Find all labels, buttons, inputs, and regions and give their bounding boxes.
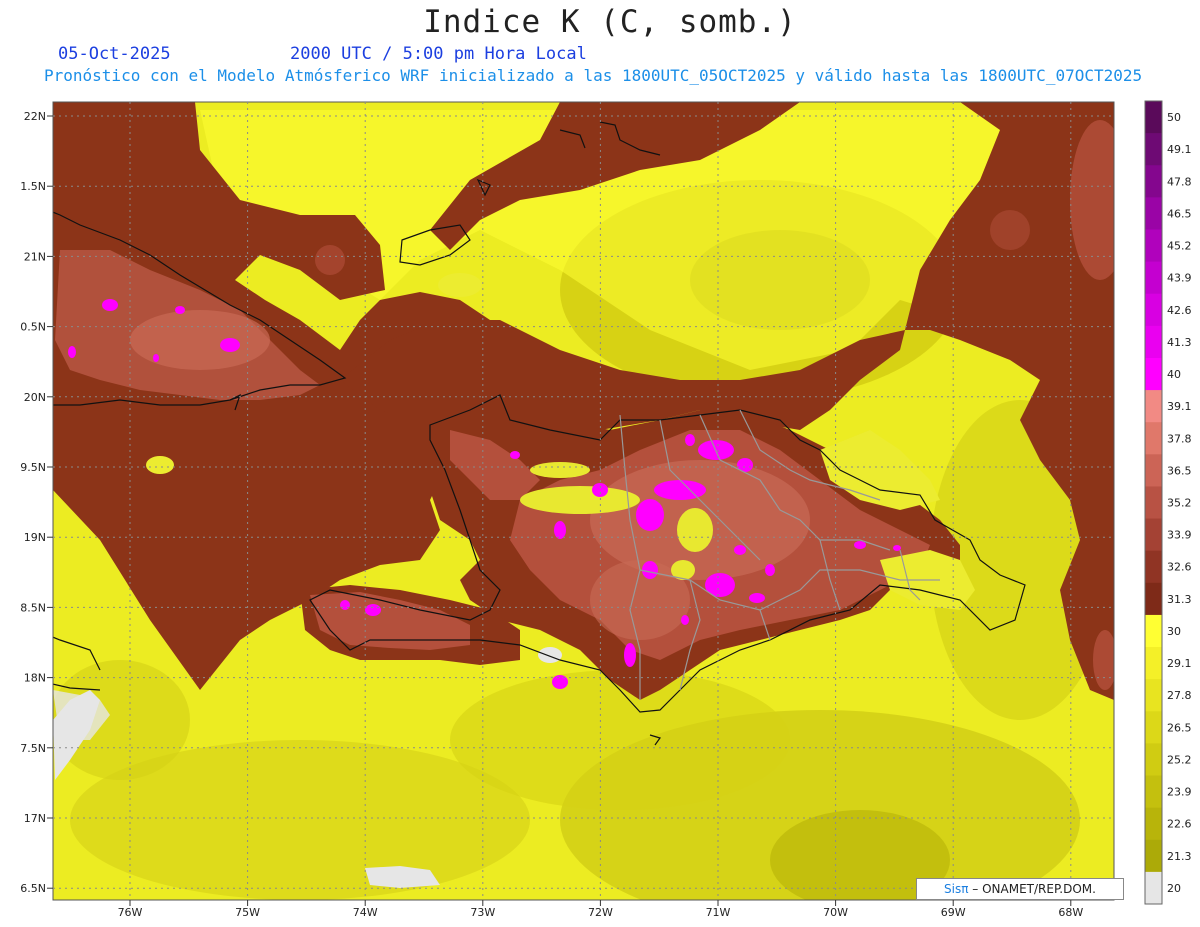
colorbar-label: 25.2 (1167, 753, 1192, 766)
colorbar: 50 49.1 47.8 46.5 45.2 43.9 42.6 41.3 40 39.1 37.8… (1144, 100, 1192, 905)
colorbar-swatch (1145, 614, 1162, 648)
lat-label: 18N (24, 672, 46, 685)
colorbar-label: 27.8 (1167, 689, 1192, 702)
lon-label: 71W (706, 906, 731, 919)
lon-label: 68W (1058, 906, 1083, 919)
colorbar-swatch (1145, 711, 1162, 744)
colorbar-swatch (1145, 486, 1162, 520)
colorbar-swatch (1145, 775, 1162, 809)
colorbar-label: 33.9 (1167, 529, 1192, 542)
lon-label: 69W (941, 906, 966, 919)
colorbar-label: 32.6 (1167, 561, 1192, 574)
lat-label: 1.5N (20, 180, 46, 193)
colorbar-label: 46.5 (1167, 207, 1192, 220)
colorbar-swatch (1145, 743, 1162, 777)
colorbar-label: 50 (1167, 111, 1181, 124)
colorbar-label: 21.3 (1167, 850, 1192, 863)
lon-label: 76W (118, 906, 143, 919)
colorbar-label: 37.8 (1167, 432, 1192, 445)
colorbar-label: 47.8 (1167, 175, 1192, 188)
colorbar-swatch (1145, 518, 1162, 552)
colorbar-swatch (1145, 197, 1162, 230)
lon-label: 70W (823, 906, 848, 919)
colorbar-label: 30 (1167, 625, 1181, 638)
colorbar-label: 35.2 (1167, 497, 1192, 510)
colorbar-label: 29.1 (1167, 657, 1192, 670)
lat-label: 21N (24, 250, 46, 263)
colorbar-swatch (1145, 357, 1162, 391)
colorbar-swatch (1145, 550, 1162, 584)
lat-label: 19N (24, 531, 46, 544)
colorbar-label: 43.9 (1167, 272, 1192, 285)
colorbar-swatch (1145, 807, 1162, 841)
colorbar-label: 26.5 (1167, 721, 1192, 734)
colorbar-label: 23.9 (1167, 786, 1192, 799)
lat-label: 22N (24, 110, 46, 123)
colorbar-swatch (1145, 839, 1162, 873)
lat-label: 7.5N (20, 742, 46, 755)
colorbar-swatch (1145, 293, 1162, 327)
colorbar-swatch (1145, 422, 1162, 455)
lat-label: 6.5N (20, 882, 46, 895)
colorbar-label: 42.6 (1167, 304, 1192, 317)
colorbar-swatch (1145, 679, 1162, 712)
lon-label: 72W (588, 906, 613, 919)
colorbar-swatch (1145, 582, 1162, 616)
colorbar-label: 45.2 (1167, 240, 1192, 253)
colorbar-label: 49.1 (1167, 143, 1192, 156)
lat-label: 17N (24, 812, 46, 825)
colorbar-swatch (1145, 229, 1162, 263)
colorbar-swatch (1145, 871, 1162, 905)
colorbar-swatch (1145, 133, 1162, 166)
colorbar-label: 40 (1167, 368, 1181, 381)
colorbar-swatch (1145, 454, 1162, 487)
colorbar-label: 20 (1167, 882, 1181, 895)
lon-label: 75W (235, 906, 260, 919)
colorbar-label: 36.5 (1167, 464, 1192, 477)
colorbar-label: 41.3 (1167, 336, 1192, 349)
colorbar-label: 31.3 (1167, 593, 1192, 606)
colorbar-swatch (1145, 261, 1162, 295)
credit-box: Sisπ – ONAMET/REP.DOM. (916, 878, 1124, 900)
colorbar-swatch (1145, 101, 1162, 134)
colorbar-swatch (1145, 165, 1162, 198)
lat-label: 8.5N (20, 601, 46, 614)
credit-org: – ONAMET/REP.DOM. (968, 882, 1096, 896)
lon-label: 73W (470, 906, 495, 919)
k-index-map: 22N 1.5N 21N 0.5N 20N 9.5N 19N 8.5N 18N 7.5N 17N 6.… (20, 100, 1192, 919)
credit-brand: Sisπ (944, 882, 969, 896)
colorbar-label: 39.1 (1167, 400, 1192, 413)
colorbar-label: 22.6 (1167, 818, 1192, 831)
lon-label: 74W (353, 906, 378, 919)
longitude-labels: 76W 75W 74W 73W 72W 71W 70W 69W 68W (118, 900, 1083, 919)
colorbar-swatch (1145, 390, 1162, 423)
map-field (53, 102, 1114, 900)
lat-label: 9.5N (20, 461, 46, 474)
latitude-labels: 22N 1.5N 21N 0.5N 20N 9.5N 19N 8.5N 18N 7.5N 17N 6.… (20, 110, 53, 895)
colorbar-swatch (1145, 325, 1162, 359)
lat-label: 20N (24, 391, 46, 404)
colorbar-swatch (1145, 647, 1162, 680)
lat-label: 0.5N (20, 321, 46, 334)
